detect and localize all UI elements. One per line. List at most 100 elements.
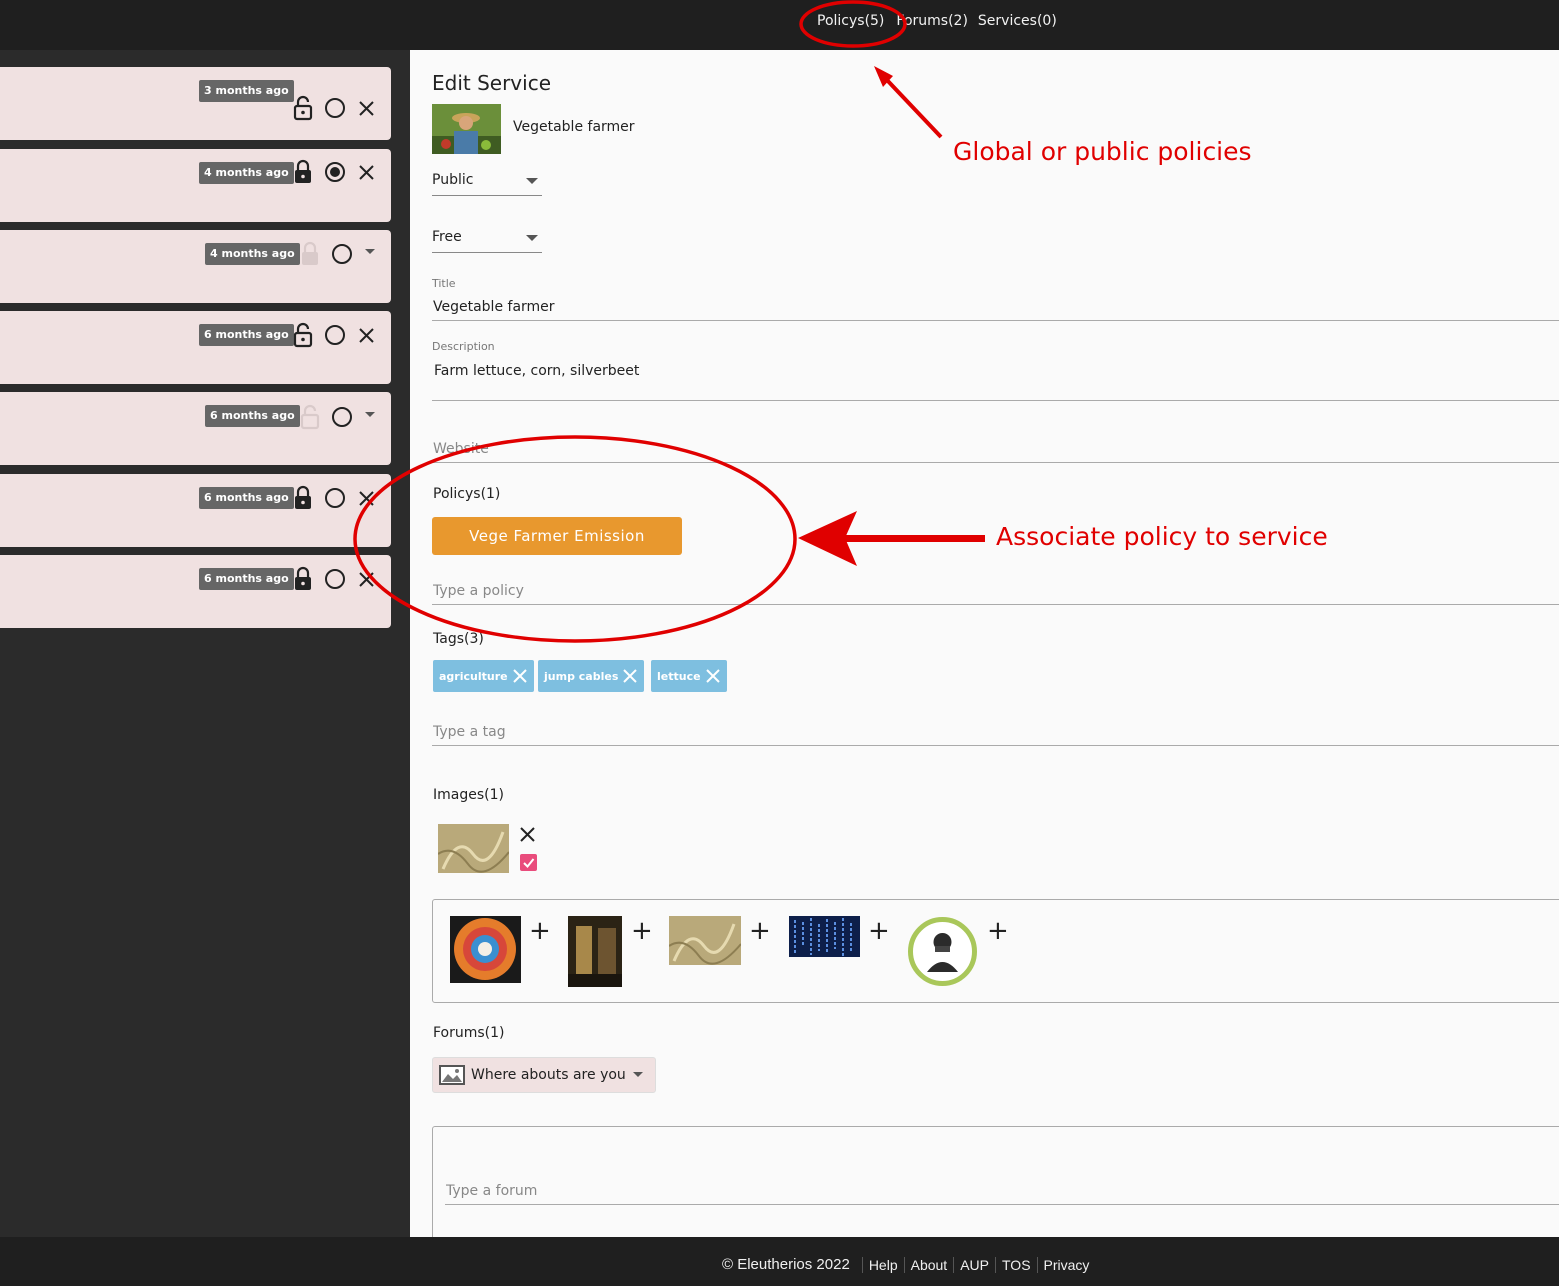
service-card[interactable]: 6 months ago [0, 311, 391, 384]
remove-tag-icon[interactable] [512, 668, 528, 684]
lock-icon[interactable] [292, 566, 314, 592]
tag-search-input[interactable] [432, 718, 1559, 746]
time-badge: 4 months ago [199, 162, 294, 184]
radio-unselected-icon[interactable] [331, 243, 353, 265]
hire-my-farmer-logo [907, 916, 978, 987]
close-icon[interactable] [358, 327, 375, 344]
time-badge: 4 months ago [205, 243, 300, 265]
library-image [669, 916, 741, 965]
tag-label: jump cables [544, 669, 619, 683]
close-icon[interactable] [358, 490, 375, 507]
service-card[interactable]: 4 months ago [0, 149, 391, 222]
tag-label: agriculture [439, 669, 508, 683]
description-text: Farm lettuce, corn, silverbeet [434, 363, 640, 379]
time-badge: 3 months ago [199, 80, 294, 102]
footer-link-privacy[interactable]: Privacy [1036, 1256, 1096, 1273]
footer-link-tos[interactable]: TOS [995, 1256, 1037, 1273]
close-icon[interactable] [358, 164, 375, 181]
image-placeholder-icon [439, 1065, 465, 1085]
forums-section-label: Forums(1) [433, 1025, 505, 1041]
description-textarea[interactable]: Farm lettuce, corn, silverbeet [432, 360, 1559, 401]
service-name: Vegetable farmer [513, 119, 635, 135]
dropdown-arrow-icon[interactable] [364, 248, 376, 256]
time-badge: 6 months ago [199, 324, 294, 346]
forum-chip-label: Where abouts are you [471, 1067, 626, 1083]
footer-link-help[interactable]: Help [861, 1256, 904, 1273]
footer-link-aup[interactable]: AUP [953, 1256, 995, 1273]
image-library: + + + + + [432, 899, 1559, 1003]
chevron-down-icon [526, 235, 538, 241]
tag-label: lettuce [657, 669, 701, 683]
default-image-checkbox[interactable] [520, 854, 537, 871]
title-input[interactable] [432, 294, 1559, 321]
dropdown-arrow-icon[interactable] [364, 411, 376, 419]
pricing-select[interactable]: Free [432, 225, 542, 253]
tag-chip: lettuce [651, 660, 727, 692]
remove-tag-icon[interactable] [622, 668, 638, 684]
unlock-icon[interactable] [292, 322, 314, 348]
remove-image-icon[interactable] [519, 826, 536, 843]
page-title: Edit Service [432, 71, 552, 95]
lock-disabled-icon [302, 241, 318, 265]
service-card[interactable]: 6 months ago [0, 555, 391, 628]
add-image-button[interactable]: + [529, 918, 551, 944]
library-image [789, 916, 860, 957]
nav-services-link[interactable]: Services(0) [978, 13, 1057, 29]
title-label: Title [432, 277, 456, 290]
library-image [450, 916, 521, 983]
remove-tag-icon[interactable] [705, 668, 721, 684]
policy-chip-button[interactable]: Vege Farmer Emission [432, 517, 682, 555]
policy-search-input[interactable] [432, 577, 1559, 605]
top-nav-links: Policys(5) Forums(2) Services(0) [817, 13, 1057, 29]
radio-unselected-icon[interactable] [331, 406, 353, 428]
service-card[interactable]: 6 months ago [0, 392, 391, 465]
close-icon[interactable] [358, 100, 375, 117]
footer-links: © Eleutherios 2022 Help About AUP TOS Pr… [722, 1256, 1095, 1273]
time-badge: 6 months ago [205, 405, 300, 427]
time-badge: 6 months ago [199, 568, 294, 590]
tag-chip: agriculture [433, 660, 534, 692]
annotation-global-policies: Global or public policies [953, 137, 1252, 166]
nav-policies-link[interactable]: Policys(5) [817, 13, 884, 29]
footer: © Eleutherios 2022 Help About AUP TOS Pr… [0, 1237, 1559, 1286]
nav-forums-link[interactable]: Forums(2) [896, 13, 968, 29]
tags-section-label: Tags(3) [433, 631, 484, 647]
pricing-value: Free [432, 229, 462, 245]
forum-search-box [432, 1126, 1559, 1237]
lock-icon[interactable] [292, 485, 314, 511]
footer-link-about[interactable]: About [903, 1256, 954, 1273]
radio-unselected-icon[interactable] [324, 487, 346, 509]
unlock-disabled-icon [300, 404, 320, 430]
radio-unselected-icon[interactable] [324, 97, 346, 119]
policies-section-label: Policys(1) [433, 486, 501, 502]
description-label: Description [432, 340, 495, 353]
library-image [568, 916, 622, 987]
top-navigation-bar: Policys(5) Forums(2) Services(0) [0, 0, 1559, 50]
annotation-associate-policy: Associate policy to service [996, 522, 1328, 551]
forum-search-input[interactable] [445, 1177, 1559, 1205]
add-image-button[interactable]: + [631, 918, 653, 944]
tag-chip: jump cables [538, 660, 645, 692]
time-badge: 6 months ago [199, 487, 294, 509]
service-card[interactable]: 4 months ago [0, 230, 391, 303]
chevron-down-icon[interactable] [632, 1071, 644, 1079]
visibility-select[interactable]: Public [432, 168, 542, 196]
add-image-button[interactable]: + [749, 918, 771, 944]
add-image-button[interactable]: + [868, 918, 890, 944]
radio-selected-icon[interactable] [324, 161, 346, 183]
lock-icon[interactable] [292, 159, 314, 185]
images-section-label: Images(1) [433, 787, 504, 803]
edit-service-panel: Edit Service Vegetable farmer Public Fre… [410, 50, 1559, 1237]
selected-image-thumbnail [438, 824, 509, 873]
service-card[interactable]: 6 months ago [0, 474, 391, 547]
service-card[interactable]: 3 months ago [0, 67, 391, 140]
website-input[interactable] [432, 435, 1559, 463]
unlock-icon[interactable] [292, 95, 314, 121]
radio-unselected-icon[interactable] [324, 568, 346, 590]
radio-unselected-icon[interactable] [324, 324, 346, 346]
service-list-panel: 3 months ago 4 months ago 4 months ago 6… [0, 50, 410, 1237]
add-image-button[interactable]: + [987, 918, 1009, 944]
close-icon[interactable] [358, 571, 375, 588]
forum-chip[interactable]: Where abouts are you [432, 1057, 656, 1093]
chevron-down-icon [526, 178, 538, 184]
